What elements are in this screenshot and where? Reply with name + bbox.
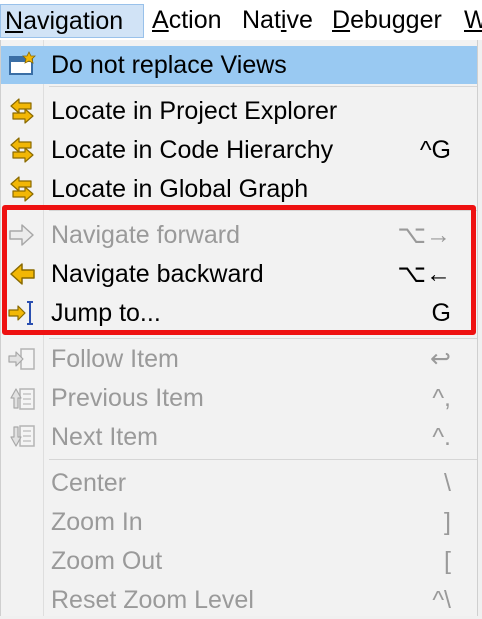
menubar-native-rest: ve — [286, 6, 313, 34]
navigation-dropdown-menu: Do not replace Views Locate in Project E… — [0, 40, 478, 616]
menu-item-label: Jump to... — [51, 299, 161, 327]
menu-item-label: Reset Zoom Level — [51, 586, 254, 614]
menubar-window-mnemonic: W — [464, 6, 482, 34]
menubar-action[interactable]: Action — [148, 4, 226, 38]
menu-item-shortcut: ⌥← — [397, 260, 451, 288]
arrow-left-icon — [7, 260, 37, 288]
menu-item-locate-project-explorer[interactable]: Locate in Project Explorer — [1, 92, 477, 130]
menubar-navigation[interactable]: Navigation — [0, 4, 144, 38]
menu-item-follow-item[interactable]: Follow Item ↩ — [1, 340, 477, 378]
menu-item-label: Navigate forward — [51, 221, 240, 249]
menu-item-do-not-replace-views[interactable]: Do not replace Views — [1, 46, 477, 84]
menu-item-label: Zoom In — [51, 508, 143, 536]
locate-arrows-icon — [7, 97, 37, 125]
menubar-debugger-mnemonic: D — [332, 6, 351, 34]
menu-item-label: Locate in Project Explorer — [51, 97, 338, 125]
menu-item-label: Next Item — [51, 423, 158, 451]
menubar-navigation-rest: avigation — [23, 7, 124, 35]
menu-item-shortcut: \ — [444, 469, 451, 497]
menu-item-label: Locate in Code Hierarchy — [51, 136, 334, 164]
menu-item-shortcut: ^G — [419, 136, 451, 164]
menubar-action-mnemonic: A — [152, 6, 169, 34]
menu-item-label: Navigate backward — [51, 260, 264, 288]
menu-item-zoom-in[interactable]: Zoom In ] — [1, 503, 477, 541]
menu-separator — [49, 210, 477, 211]
menu-item-shortcut: G — [431, 299, 451, 327]
menu-item-shortcut: [ — [444, 547, 451, 575]
menu-item-jump-to[interactable]: Jump to... G — [1, 294, 477, 332]
menu-item-label: Locate in Global Graph — [51, 175, 309, 203]
locate-arrows-icon — [7, 175, 37, 203]
menu-item-navigate-forward[interactable]: Navigate forward ⌥→ — [1, 216, 477, 254]
menu-separator — [49, 86, 477, 87]
menu-separator — [49, 338, 477, 339]
menubar-native-prefix: Nat — [242, 6, 281, 34]
arrow-right-icon — [7, 221, 37, 249]
menu-item-label: Zoom Out — [51, 547, 163, 575]
menu-item-locate-global-graph[interactable]: Locate in Global Graph — [1, 170, 477, 208]
menubar-debugger[interactable]: Debugger — [328, 4, 446, 38]
menu-item-reset-zoom-level[interactable]: Reset Zoom Level ^\ — [1, 581, 477, 619]
menu-item-navigate-backward[interactable]: Navigate backward ⌥← — [1, 255, 477, 293]
menu-item-label: Follow Item — [51, 345, 179, 373]
menu-separator — [49, 459, 477, 460]
menubar-debugger-rest: ebugger — [350, 6, 442, 34]
follow-item-icon — [7, 345, 37, 373]
menu-item-shortcut: ^, — [432, 384, 451, 412]
menu-item-zoom-out[interactable]: Zoom Out [ — [1, 542, 477, 580]
menu-item-shortcut: ^. — [432, 423, 451, 451]
menubar-native[interactable]: Native — [238, 4, 317, 38]
menu-item-shortcut: ↩ — [430, 345, 451, 373]
jump-to-icon — [7, 299, 37, 327]
menu-item-previous-item[interactable]: Previous Item ^, — [1, 379, 477, 417]
menu-item-center[interactable]: Center \ — [1, 464, 477, 502]
menubar-action-rest: ction — [168, 6, 222, 34]
menu-item-label: Previous Item — [51, 384, 204, 412]
menu-item-shortcut: ^\ — [432, 586, 451, 614]
menu-item-label: Do not replace Views — [51, 51, 287, 79]
menu-item-label: Center — [51, 469, 127, 497]
menubar-navigation-mnemonic: N — [5, 7, 24, 35]
previous-item-icon — [7, 384, 37, 412]
menu-bar: Navigation Action Native Debugger W — [0, 0, 482, 40]
menu-item-shortcut: ] — [444, 508, 451, 536]
locate-arrows-icon — [7, 136, 37, 164]
menu-item-locate-code-hierarchy[interactable]: Locate in Code Hierarchy ^G — [1, 131, 477, 169]
menubar-window[interactable]: W — [460, 4, 482, 38]
pin-view-icon — [7, 51, 37, 79]
menu-item-next-item[interactable]: Next Item ^. — [1, 418, 477, 456]
next-item-icon — [7, 423, 37, 451]
menu-item-shortcut: ⌥→ — [397, 221, 451, 249]
